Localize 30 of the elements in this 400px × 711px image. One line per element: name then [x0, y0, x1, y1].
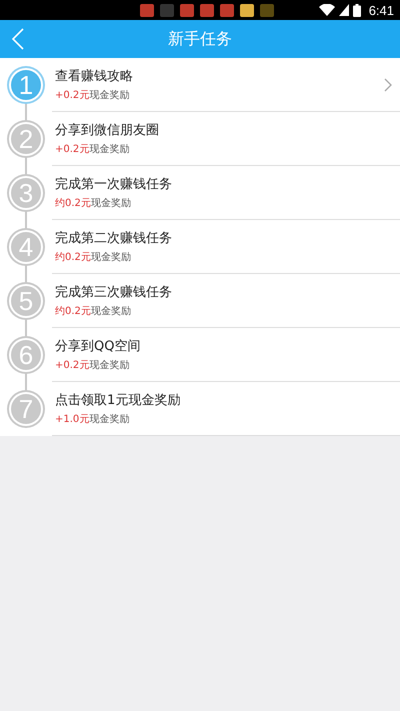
task-row[interactable]: 1 查看赚钱攻略 +0.2元现金奖励: [0, 58, 400, 112]
task-title: 完成第二次赚钱任务: [55, 230, 172, 247]
notification-icon: [200, 4, 214, 16]
task-title: 查看赚钱攻略: [55, 68, 133, 85]
notification-icon: [160, 4, 174, 16]
task-title: 分享到微信朋友圈: [55, 122, 159, 139]
step-number: 1: [11, 70, 41, 100]
notification-icon: [180, 4, 194, 16]
notification-icon: [220, 4, 234, 16]
signal-icon: [338, 4, 349, 16]
wifi-icon: [318, 4, 335, 16]
back-icon[interactable]: [12, 28, 24, 50]
reward-text: 约0.2元现金奖励: [55, 251, 131, 264]
reward-text: +0.2元现金奖励: [55, 359, 130, 372]
status-time: 6:41: [368, 2, 394, 18]
notification-icon: [140, 4, 154, 16]
reward-text: +0.2元现金奖励: [55, 89, 130, 102]
battery-icon: [352, 4, 361, 16]
task-title: 点击领取1元现金奖励: [55, 392, 180, 409]
task-title: 完成第三次赚钱任务: [55, 284, 172, 301]
reward-text: 约0.2元现金奖励: [55, 197, 131, 210]
page-title: 新手任务: [168, 28, 232, 50]
reward-text: +1.0元现金奖励: [55, 413, 130, 426]
notification-icon: [240, 4, 254, 16]
notification-icon: [260, 4, 274, 16]
task-title: 分享到QQ空间: [55, 338, 140, 355]
task-title: 完成第一次赚钱任务: [55, 176, 172, 193]
reward-text: +0.2元现金奖励: [55, 143, 130, 156]
chevron-icon: [384, 78, 392, 92]
reward-text: 约0.2元现金奖励: [55, 305, 131, 318]
